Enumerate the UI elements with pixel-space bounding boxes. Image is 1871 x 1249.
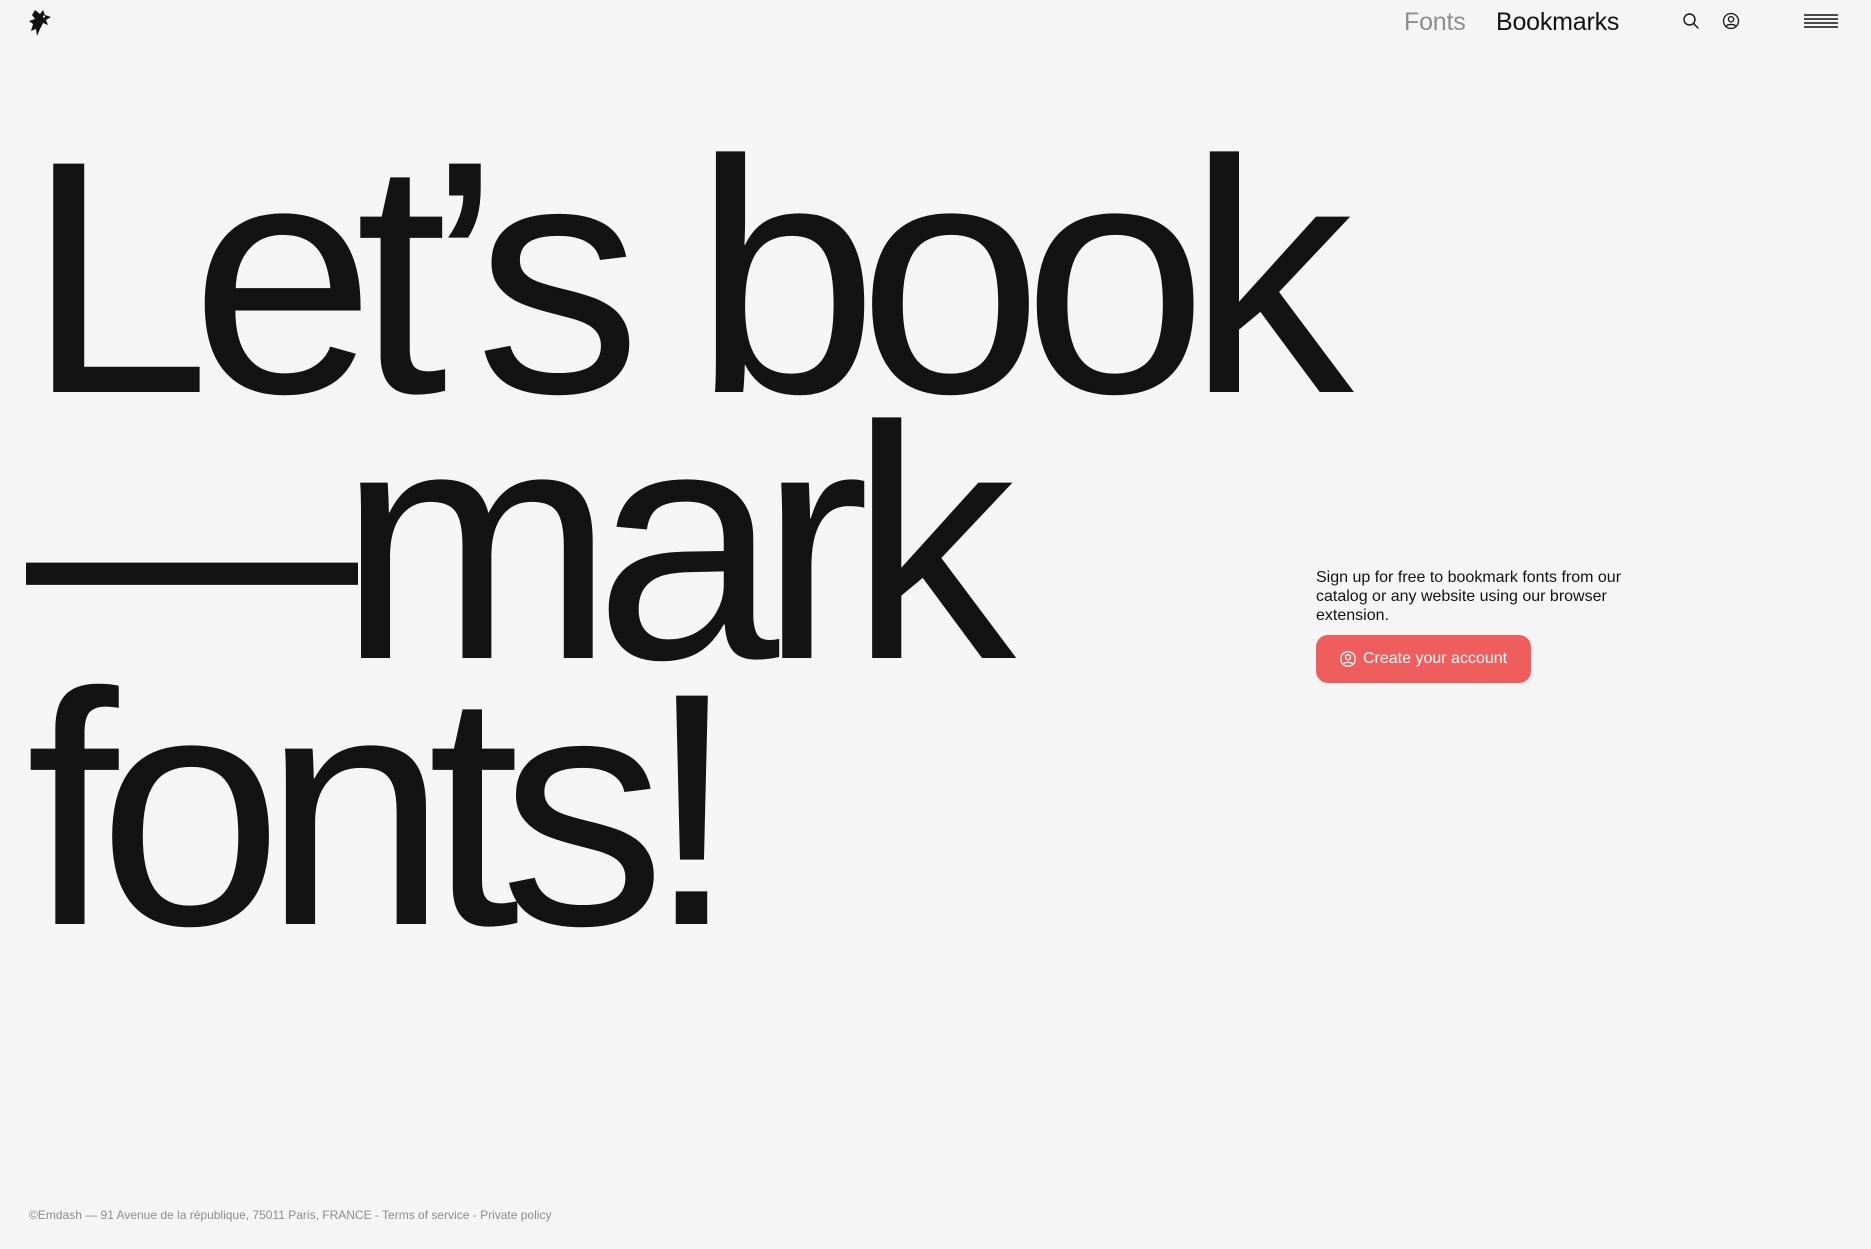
account-button[interactable] — [1720, 10, 1742, 32]
user-circle-icon — [1339, 650, 1357, 668]
footer-address: ©Emdash — 91 Avenue de la république, 75… — [29, 1208, 372, 1222]
signup-description: Sign up for free to bookmark fonts from … — [1316, 569, 1622, 624]
nav-fonts-link[interactable]: Fonts — [1404, 7, 1466, 37]
user-circle-icon — [1722, 12, 1740, 30]
signup-panel: Sign up for free to bookmark fonts from … — [1316, 568, 1626, 683]
hamburger-menu-icon — [1804, 14, 1838, 28]
logo[interactable] — [27, 8, 55, 38]
menu-button[interactable] — [1804, 10, 1838, 32]
terms-of-service-link[interactable]: Terms of service — [382, 1208, 469, 1222]
create-account-button[interactable]: Create your account — [1316, 635, 1532, 683]
hero-line-3: fonts! — [26, 624, 738, 995]
create-account-label: Create your account — [1363, 650, 1508, 667]
footer-separator: - — [469, 1208, 481, 1222]
nav-bookmarks-link[interactable]: Bookmarks — [1496, 7, 1619, 37]
search-icon — [1683, 13, 1699, 29]
footer-separator: - — [371, 1208, 383, 1222]
site-header: Fonts Bookmarks — [0, 0, 1871, 44]
privacy-policy-link[interactable]: Private policy — [480, 1208, 551, 1222]
site-footer: ©Emdash — 91 Avenue de la république, 75… — [29, 1208, 551, 1222]
search-button[interactable] — [1680, 10, 1702, 32]
emdash-bird-logo-icon — [29, 10, 51, 36]
